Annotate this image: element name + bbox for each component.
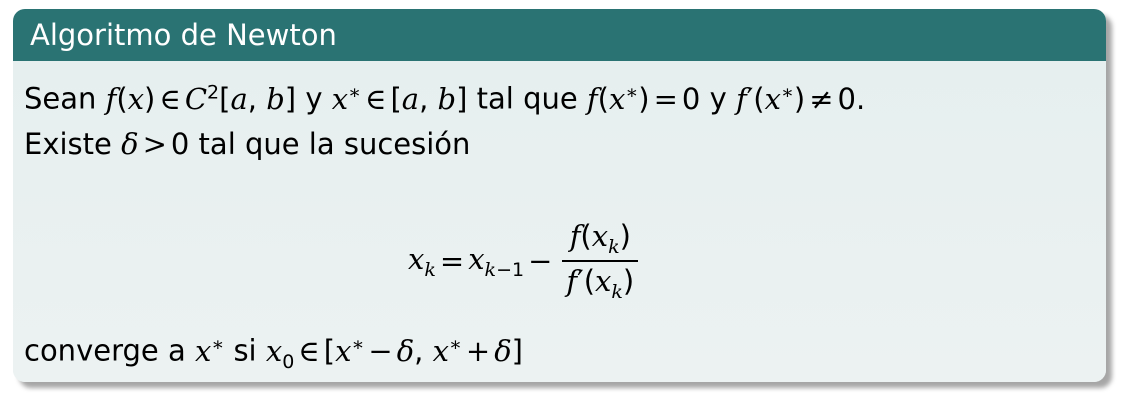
word-y-1: y [305,81,323,116]
math-xstar-in-ab: x∗ ∈ [a, b] [331,81,468,116]
text-tal-que-sucesion: tal que la sucesión [198,127,471,161]
math-delta-positive: δ >0 [121,127,190,161]
math-xstar: x∗ [194,333,225,368]
theorem-block: Algoritmo de Newton Sean f(x) ∈ C2[a, b] y… [13,9,1106,382]
word-si: si [233,333,257,368]
math-f-xstar-zero: f(x∗) = 0 [586,81,701,116]
word-y-2: y [709,81,727,116]
newton-fraction: f(xk) f′(xk) [562,219,639,303]
math-fprime-nonzero: f′(x∗) ≠ 0. [735,81,866,116]
word-converge: converge a [24,333,186,368]
math-f-x-in-c2: f(x) ∈ C2[a, b] [105,81,297,116]
statement-line-1: Sean f(x) ∈ C2[a, b] y x∗ ∈ [a, b] tal que f… [24,81,865,116]
block-body: Sean f(x) ∈ C2[a, b] y x∗ ∈ [a, b] tal que f… [13,61,1106,382]
newton-formula: xk = xk−1 − f(xk) f′(xk) [408,211,639,311]
word-existe: Existe [24,127,112,161]
block-title: Algoritmo de Newton [13,9,1106,61]
word-tal-que: tal que [476,81,578,116]
statement-line-3: converge a x∗ si x0 ∈ [x∗ − δ, x∗ + δ] [24,333,523,372]
word-sean: Sean [24,81,97,116]
math-interval: x0 ∈ [x∗ − δ, x∗ + δ] [265,333,523,373]
statement-line-2: Existe δ >0 tal que la sucesión [24,127,470,161]
